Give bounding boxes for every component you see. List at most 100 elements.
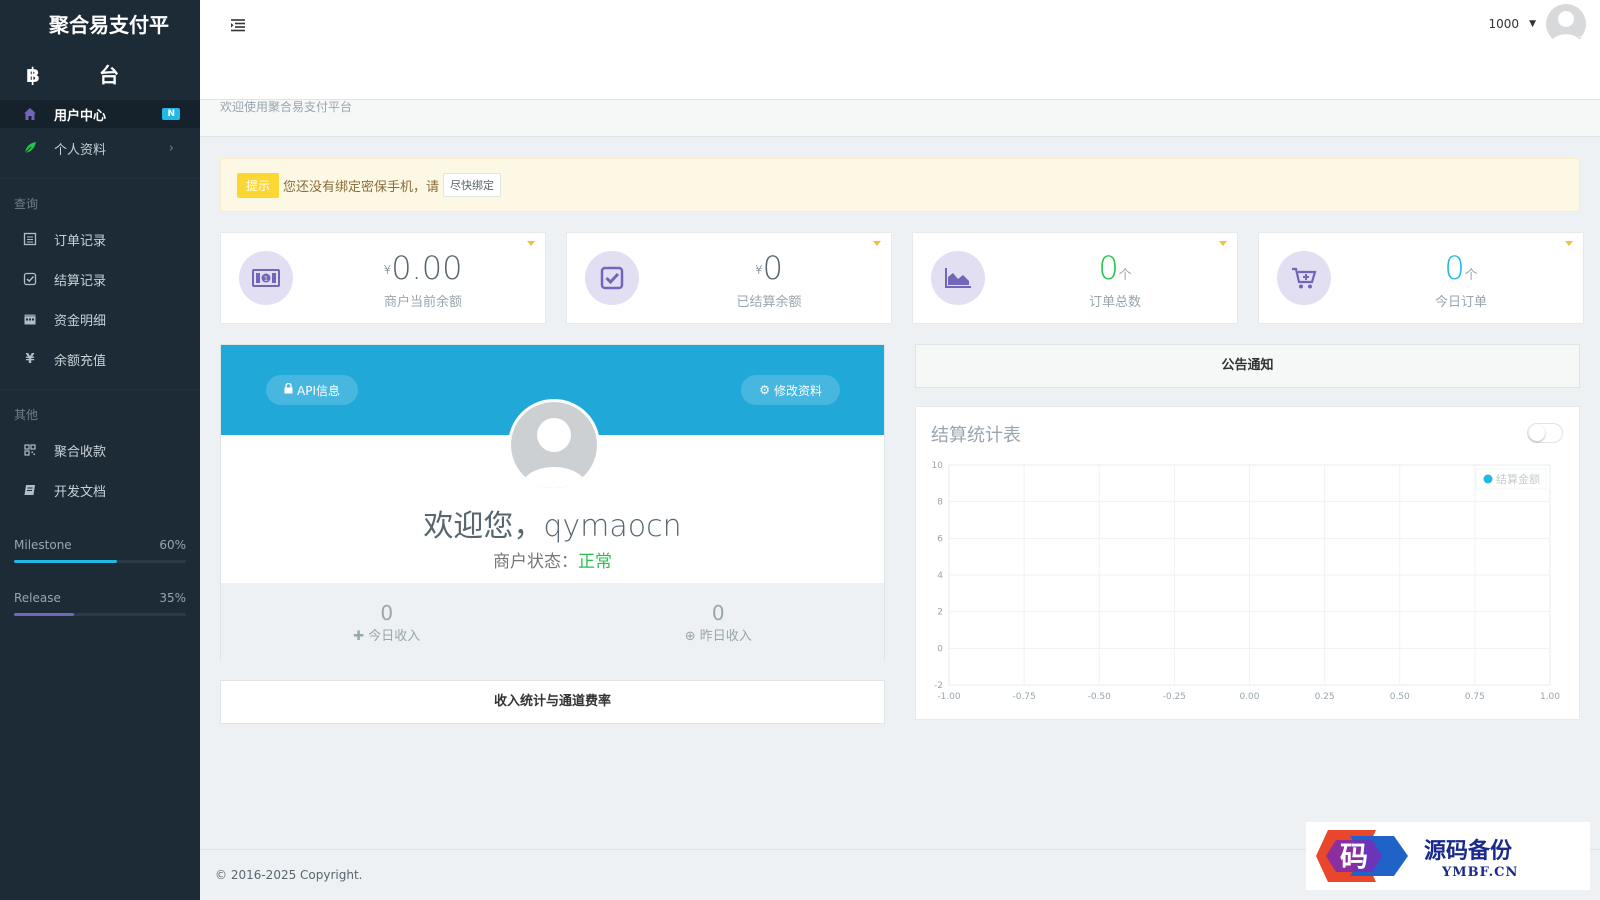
merchant-status: 商户状态：正常 [221, 547, 884, 572]
sidebar-item-label: 用户中心 [54, 108, 107, 124]
toggle-knob [1529, 425, 1545, 441]
check-square-icon [22, 271, 38, 287]
watermark-title: 源码备份 [1424, 837, 1513, 864]
x-tick-label: -0.75 [1012, 692, 1035, 702]
caret-down-icon: ▼ [1529, 19, 1536, 29]
book-icon [22, 482, 38, 498]
y-tick-label: 6 [937, 534, 943, 544]
dropdown-caret-icon[interactable] [1219, 241, 1227, 246]
bind-now-button[interactable]: 尽快绑定 [443, 173, 502, 197]
edit-profile-button[interactable]: ⚙ 修改资料 [741, 375, 840, 405]
progress-value: 60% [159, 538, 186, 552]
chart-title: 结算统计表 [931, 425, 1021, 446]
notice-button[interactable]: 公告通知 [915, 344, 1580, 388]
y-tick-label: 2 [937, 608, 943, 618]
divider [0, 178, 200, 179]
sidebar-item-orders[interactable]: 订单记录 [0, 219, 200, 259]
sidebar-item-user-center[interactable]: 用户中心 N [0, 100, 200, 128]
dropdown-caret-icon[interactable] [873, 241, 881, 246]
progress-value: 35% [159, 591, 186, 605]
sidebar-item-label: 聚合收款 [54, 444, 107, 460]
status-label: 商户状态： [493, 552, 578, 572]
dropdown-caret-icon[interactable] [1565, 241, 1573, 246]
progress-label: Milestone [14, 538, 72, 552]
progress-milestone: Milestone 60% [0, 538, 200, 563]
y-tick-label: 4 [937, 571, 943, 581]
x-tick-label: 0.50 [1390, 692, 1410, 702]
sidebar-item-label: 资金明细 [54, 313, 107, 329]
edit-profile-label: 修改资料 [773, 383, 822, 398]
y-tick-label: 10 [932, 461, 944, 471]
sidebar-item-settlements[interactable]: 结算记录 [0, 259, 200, 299]
menu-toggle-icon[interactable] [230, 17, 246, 36]
area-chart-icon [931, 251, 985, 305]
progress-fill [14, 613, 75, 616]
leaf-icon [22, 140, 38, 156]
status-badge: 正常 [578, 552, 612, 572]
brand[interactable]: ฿ 聚合易支付平台 [0, 0, 200, 100]
watermark-logo-char: 码 [1340, 840, 1368, 873]
list-icon [22, 231, 38, 247]
sidebar-item-aggregate-payment[interactable]: 聚合收款 [0, 430, 200, 470]
progress-label: Release [14, 591, 61, 605]
user-name: 1000 [1488, 17, 1520, 31]
sidebar-item-label: 订单记录 [54, 233, 107, 249]
api-info-label: API信息 [297, 383, 340, 398]
avatar[interactable] [1546, 4, 1586, 44]
progress-bar [14, 613, 186, 616]
stat-card-total-orders: 0个 订单总数 [912, 232, 1238, 324]
alert-text: 您还没有绑定密保手机，请 [283, 179, 440, 195]
home-icon [22, 106, 38, 122]
plus-circle-icon: ⊕ [684, 629, 696, 644]
y-tick-label: 0 [937, 644, 943, 654]
qrcode-icon [22, 442, 38, 458]
today-income-value: 0 [380, 601, 394, 625]
x-tick-label: 1.00 [1540, 692, 1560, 702]
progress-fill [14, 560, 118, 563]
user-menu[interactable]: 1000 ▼ [1489, 4, 1586, 44]
check-square-icon [585, 251, 639, 305]
sidebar-item-label: 个人资料 [54, 142, 107, 158]
api-info-button[interactable]: API信息 [266, 375, 358, 405]
bind-phone-alert: 提示 您还没有绑定密保手机，请 尽快绑定 [220, 158, 1580, 212]
sidebar-item-dev-docs[interactable]: 开发文档 [0, 470, 200, 510]
calendar-icon [22, 311, 38, 327]
sidebar-item-funds[interactable]: 资金明细 [0, 299, 200, 339]
x-tick-label: -1.00 [937, 692, 961, 702]
profile-avatar[interactable] [508, 399, 600, 491]
watermark-logo-icon: 码 [1316, 830, 1408, 882]
stat-label: 已结算余额 [736, 295, 802, 310]
online-status-dot [1578, 36, 1585, 43]
income-summary: 0 ✚ 今日收入 0 ⊕ 昨日收入 [221, 583, 884, 661]
plus-icon: ✚ [353, 629, 365, 644]
y-tick-label: 8 [937, 498, 943, 508]
settlement-chart: -1.00 -0.75 -0.50 -0.25 0.00 0.25 0.50 0.75 1.00… [932, 461, 1561, 702]
lock-icon [284, 382, 293, 397]
stat-value: 0个 [1098, 249, 1132, 287]
sidebar-item-recharge[interactable]: ¥ 余额充值 [0, 339, 200, 379]
stat-card-balance: 1 ¥0.00 商户当前余额 [220, 232, 546, 324]
legend-label: 结算金额 [1496, 472, 1540, 486]
today-income: 0 ✚ 今日收入 [221, 583, 553, 661]
x-tick-label: 0.75 [1465, 692, 1485, 702]
x-tick-label: 0.25 [1315, 692, 1335, 702]
sidebar-item-label: 余额充值 [54, 353, 107, 369]
dropdown-caret-icon[interactable] [527, 241, 535, 246]
money-icon: 1 [239, 251, 293, 305]
welcome-text: 欢迎您，qymaocn [423, 509, 682, 544]
stat-card-today-orders: 0个 今日订单 [1258, 232, 1584, 324]
stat-label: 今日订单 [1434, 295, 1487, 310]
chart-toggle-switch[interactable] [1527, 423, 1563, 443]
section-query-heading: 查询 [14, 197, 39, 211]
today-income-label: 今日收入 [368, 629, 421, 644]
stat-value: ¥0.00 [383, 249, 463, 287]
yesterday-income-value: 0 [711, 601, 725, 625]
cart-plus-icon [1277, 251, 1331, 305]
brand-title: 聚合易支付平台 [48, 13, 169, 87]
income-stats-button[interactable]: 收入统计与通道费率 [220, 680, 885, 724]
x-tick-label: -0.25 [1163, 692, 1186, 702]
stat-card-settled: ¥0 已结算余额 [566, 232, 892, 324]
yesterday-income-label: 昨日收入 [699, 629, 752, 644]
stat-value: ¥0 [755, 249, 783, 287]
sidebar-item-profile[interactable]: 个人资料 › [0, 128, 200, 168]
